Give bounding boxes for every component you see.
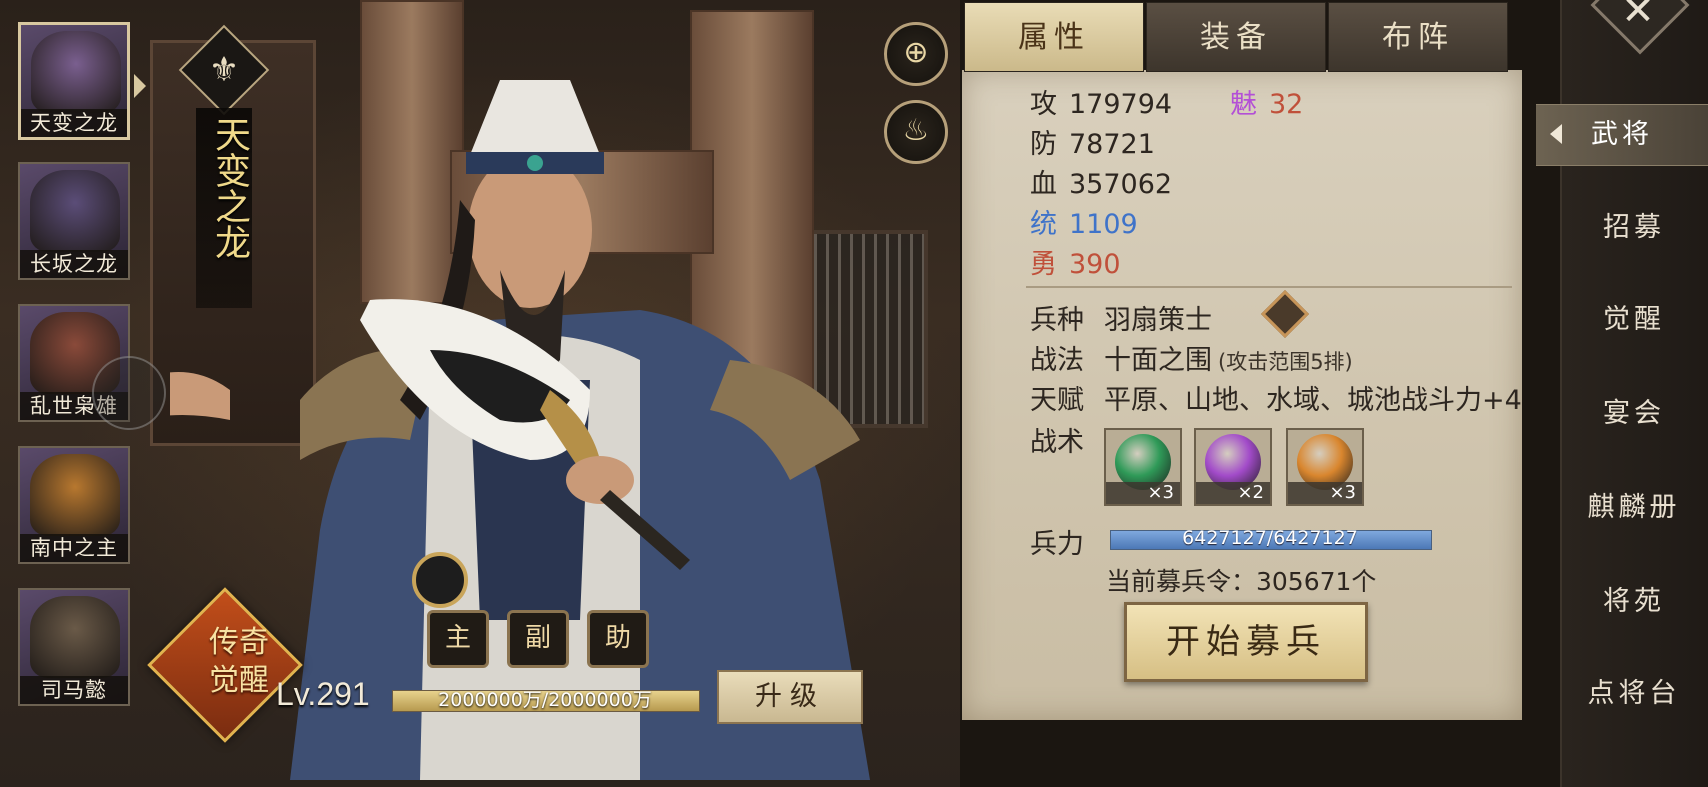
side-menu-item[interactable]: 将苑 <box>1560 572 1708 632</box>
hero-avatar <box>30 454 120 536</box>
hero-avatar <box>30 170 120 252</box>
role-assist-button[interactable]: 助 <box>587 610 649 668</box>
hero-card-name: 司马懿 <box>20 676 128 704</box>
talent-label: 天赋 <box>1030 385 1084 416</box>
hero-card[interactable]: 司马懿 <box>18 588 130 706</box>
tactic-slot[interactable]: ×2 <box>1194 428 1272 506</box>
tab-attributes[interactable]: 属性 <box>964 2 1144 72</box>
stat-defense: 防 78721 <box>1030 129 1155 160</box>
hero-card-name: 长坂之龙 <box>20 250 128 278</box>
side-menu-item[interactable]: 麒麟册 <box>1560 478 1708 538</box>
zoom-in-icon: ⊕ <box>903 35 929 70</box>
role-deputy-button[interactable]: 副 <box>507 610 569 668</box>
tactic-count: ×2 <box>1196 482 1270 504</box>
recruit-tokens: 当前募兵令：305671个 <box>1106 567 1377 596</box>
side-menu-item[interactable]: 招募 <box>1560 198 1708 258</box>
hero-avatar <box>31 31 121 113</box>
hero-card[interactable]: 天变之龙 <box>18 22 130 140</box>
hero-avatar <box>30 596 120 678</box>
tactic-slot[interactable]: ×3 <box>1286 428 1364 506</box>
menu-active-arrow-icon <box>1550 124 1562 144</box>
stat-attack: 攻 179794 <box>1030 89 1173 120</box>
hero-card-name: 南中之主 <box>20 534 128 562</box>
stat-charm: 魅 32 <box>1230 89 1304 120</box>
troop-type-label: 兵种 <box>1030 305 1084 336</box>
hero-card[interactable]: 长坂之龙 <box>18 162 130 280</box>
troop-type-value: 羽扇策士 <box>1104 305 1212 336</box>
hero-card[interactable]: 南中之主 <box>18 446 130 564</box>
hero-level: Lv.291 <box>276 676 370 712</box>
role-main-button[interactable]: 主 <box>427 610 489 668</box>
prev-hero-button[interactable] <box>92 356 166 430</box>
skills-label: 战术 <box>1030 427 1084 458</box>
selected-hero-pointer <box>134 74 146 98</box>
troops-text: 6427127/6427127 <box>1182 527 1358 549</box>
troops-label: 兵力 <box>1030 529 1084 560</box>
stat-hp: 血 357062 <box>1030 169 1173 200</box>
side-menu-item[interactable]: 觉醒 <box>1560 290 1708 350</box>
tactic-label: 战法 <box>1030 345 1084 376</box>
stat-command: 统 1109 <box>1030 209 1138 240</box>
side-menu-item[interactable]: 点将台 <box>1560 664 1708 724</box>
hero-title: 天变之龙 <box>209 116 250 260</box>
tactic-range-note: (攻击范围5排) <box>1218 350 1353 374</box>
exp-text: 2000000万/2000000万 <box>438 689 652 711</box>
fan-emblem-icon: ⚜ <box>208 50 240 90</box>
start-recruit-button[interactable]: 开始募兵 <box>1124 602 1368 682</box>
tactic-slot[interactable]: ×3 <box>1104 428 1182 506</box>
skin-button[interactable]: ♨ <box>884 100 948 164</box>
panel-divider <box>1026 286 1512 288</box>
tactic-value: 十面之围 (攻击范围5排) <box>1104 345 1353 376</box>
hero-card-name: 天变之龙 <box>21 109 127 137</box>
stat-courage: 勇 390 <box>1030 249 1121 280</box>
close-icon: ✕ <box>1621 0 1655 34</box>
skin-icon: ♨ <box>902 113 930 148</box>
upgrade-button[interactable]: 升级 <box>717 670 863 724</box>
zoom-button[interactable]: ⊕ <box>884 22 948 86</box>
talent-value: 平原、山地、水域、城池战斗力+40% <box>1104 385 1522 416</box>
side-menu-item[interactable]: 宴会 <box>1560 384 1708 444</box>
tactic-count: ×3 <box>1106 482 1180 504</box>
tab-formation[interactable]: 布阵 <box>1328 2 1508 72</box>
tactic-count: ×3 <box>1288 482 1362 504</box>
tab-equipment[interactable]: 装备 <box>1146 2 1326 72</box>
